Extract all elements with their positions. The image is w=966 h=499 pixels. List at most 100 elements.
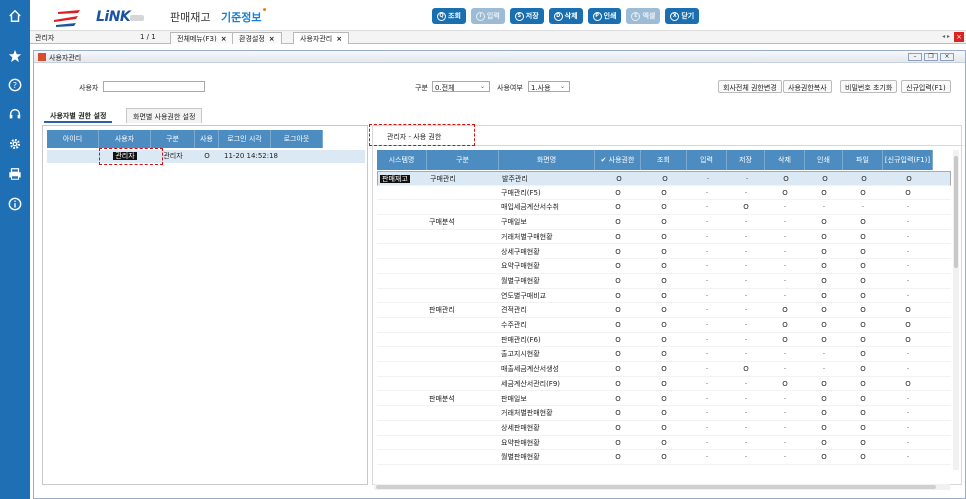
perm-cell[interactable]: O (844, 172, 884, 186)
perm-cell[interactable]: O (805, 186, 843, 200)
perm-cell[interactable]: · (727, 289, 765, 303)
printer-icon[interactable] (7, 166, 23, 182)
perm-cell[interactable]: · (765, 200, 805, 214)
perm-cell[interactable]: O (595, 362, 641, 376)
perm-cell[interactable]: O (641, 421, 687, 435)
print-button[interactable]: P 인쇄 (587, 8, 622, 24)
perm-cell[interactable]: · (687, 230, 727, 244)
perm-cell[interactable]: O (727, 362, 765, 376)
perm-cell[interactable]: O (883, 333, 933, 347)
close-icon[interactable]: × (336, 35, 342, 43)
perm-cell[interactable]: O (843, 362, 883, 376)
perm-cell[interactable]: O (805, 230, 843, 244)
perm-cell[interactable]: · (765, 436, 805, 450)
table-row[interactable]: 월별구매현황 O O · · · O O · (377, 274, 951, 289)
perm-cell[interactable]: O (595, 245, 641, 259)
perm-cell[interactable]: · (727, 377, 765, 391)
perm-cell[interactable]: O (843, 377, 883, 391)
perm-cell[interactable]: · (765, 406, 805, 420)
perm-cell[interactable]: O (805, 318, 843, 332)
perm-cell[interactable]: · (727, 230, 765, 244)
perm-cell[interactable]: O (805, 215, 843, 229)
perm-cell[interactable]: O (595, 392, 641, 406)
perm-cell[interactable]: O (595, 347, 641, 361)
perm-cell[interactable]: O (805, 377, 843, 391)
perm-cell[interactable]: O (883, 318, 933, 332)
perm-cell[interactable]: O (595, 436, 641, 450)
col-logout[interactable]: 로그아웃 (271, 130, 323, 148)
horizontal-scrollbar[interactable] (374, 484, 950, 490)
perm-cell[interactable]: · (805, 200, 843, 214)
table-row[interactable]: 연도별구매비교 O O · · · O O · (377, 289, 951, 304)
perm-cell[interactable]: O (727, 200, 765, 214)
vertical-scrollbar[interactable] (953, 150, 959, 470)
perm-cell[interactable]: · (727, 259, 765, 273)
perm-cell[interactable]: O (641, 436, 687, 450)
table-row[interactable]: 판매분석 판매일보 O O · · · O O · (377, 392, 951, 407)
perm-cell[interactable]: · (765, 274, 805, 288)
perm-cell[interactable]: O (595, 215, 641, 229)
minimize-icon[interactable]: – (908, 53, 922, 61)
perm-cell[interactable]: O (641, 289, 687, 303)
col-use[interactable]: 사용 (195, 130, 219, 148)
col-type[interactable]: 구분 (151, 130, 195, 148)
copy-permission-button[interactable]: 사용권한복사 (783, 80, 832, 93)
input-button[interactable]: I 입력 (470, 8, 505, 24)
perm-col-header[interactable]: ✔ 사용권한 (595, 150, 641, 170)
perm-col-header[interactable]: 삭제 (765, 150, 805, 170)
perm-cell[interactable]: O (843, 450, 883, 464)
table-row[interactable]: 구매관리(F5) O O · · O O O O (377, 186, 951, 201)
perm-cell[interactable]: · (687, 186, 727, 200)
perm-cell[interactable]: O (883, 186, 933, 200)
table-row[interactable]: 월별판매현황 O O · · · O O · (377, 450, 951, 465)
perm-cell[interactable]: O (641, 392, 687, 406)
perm-cell[interactable]: O (843, 421, 883, 435)
perm-cell[interactable]: O (641, 377, 687, 391)
perm-cell[interactable]: · (727, 436, 765, 450)
perm-cell[interactable]: · (687, 318, 727, 332)
perm-cell[interactable]: O (805, 436, 843, 450)
perm-cell[interactable]: O (766, 172, 806, 186)
table-row[interactable]: 요약구매현황 O O · · · O O · (377, 259, 951, 274)
perm-cell[interactable]: O (805, 450, 843, 464)
table-row[interactable]: 세금계산서관리(F9) O O · · O O O O (377, 377, 951, 392)
perm-cell[interactable]: O (805, 274, 843, 288)
scroll-thumb[interactable] (954, 156, 958, 268)
check-icon[interactable]: ✔ (601, 156, 609, 164)
perm-cell[interactable]: O (595, 186, 641, 200)
perm-col-header[interactable]: 인쇄 (805, 150, 843, 170)
perm-cell[interactable]: O (843, 289, 883, 303)
perm-cell[interactable]: O (843, 245, 883, 259)
type-select[interactable]: 0.전체 ⌄ (432, 81, 490, 92)
hscroll-thumb[interactable] (376, 485, 936, 489)
table-row[interactable]: 판매관리(F6) O O · · O O O O (377, 333, 951, 348)
perm-cell[interactable]: O (843, 436, 883, 450)
home-icon[interactable] (7, 8, 23, 24)
perm-cell[interactable]: · (805, 362, 843, 376)
perm-cell[interactable]: O (641, 406, 687, 420)
perm-cell[interactable]: O (883, 303, 933, 317)
perm-cell[interactable]: · (805, 347, 843, 361)
perm-cell[interactable]: · (883, 274, 933, 288)
perm-cell[interactable]: O (595, 421, 641, 435)
table-row[interactable]: 상세판매현황 O O · · · O O · (377, 421, 951, 436)
search-button[interactable]: Q 조회 (432, 8, 466, 24)
perm-cell[interactable]: O (843, 303, 883, 317)
table-row[interactable]: 출고지시현황 O O · · · · O · (377, 347, 951, 363)
perm-cell[interactable]: O (595, 333, 641, 347)
perm-cell[interactable]: O (641, 450, 687, 464)
perm-cell[interactable]: · (727, 303, 765, 317)
perm-cell[interactable]: O (805, 303, 843, 317)
table-row[interactable]: 수주관리 O O · · O O O O (377, 318, 951, 333)
perm-col-header[interactable]: 파일 (843, 150, 883, 170)
perm-cell[interactable]: O (641, 318, 687, 332)
perm-cell[interactable]: · (687, 289, 727, 303)
perm-cell[interactable]: O (843, 392, 883, 406)
perm-cell[interactable]: · (883, 230, 933, 244)
delete-button[interactable]: D 삭제 (548, 8, 583, 24)
perm-cell[interactable]: · (687, 347, 727, 361)
perm-cell[interactable]: O (641, 200, 687, 214)
table-row[interactable]: 판매관리 견적관리 O O · · O O O O (377, 303, 951, 318)
perm-cell[interactable]: · (883, 421, 933, 435)
perm-cell[interactable]: · (727, 406, 765, 420)
